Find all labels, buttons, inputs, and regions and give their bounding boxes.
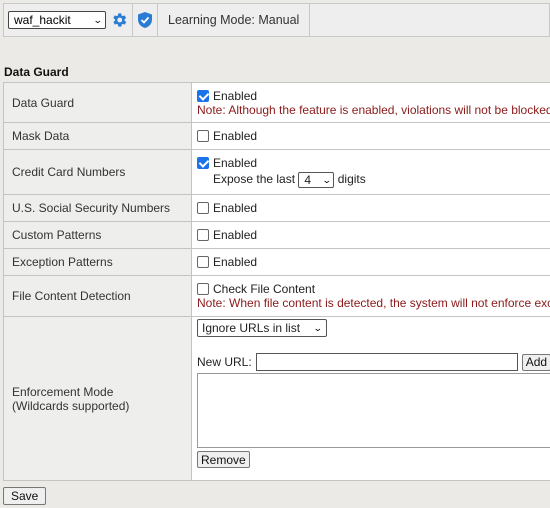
enforcement-sublabel: (Wildcards supported): [12, 398, 130, 413]
row-label: Credit Card Numbers: [3, 149, 192, 195]
row-data-guard: Data Guard Enabled Note: Although the fe…: [3, 82, 550, 123]
ssn-checkbox[interactable]: [197, 202, 209, 214]
row-label: U.S. Social Security Numbers: [3, 194, 192, 222]
row-label: Data Guard: [3, 82, 192, 123]
row-value: Enabled Expose the last 4 ⌄ digits: [191, 149, 550, 195]
url-list-box[interactable]: [197, 373, 550, 448]
shield-icon[interactable]: [137, 11, 153, 29]
file-content-note: Note: When file content is detected, the…: [197, 296, 550, 310]
checkbox-label: Enabled: [213, 129, 258, 143]
row-value: Check File Content Note: When file conte…: [191, 275, 550, 317]
exception-patterns-checkbox[interactable]: [197, 256, 209, 268]
row-value: Enabled Note: Although the feature is en…: [191, 82, 550, 123]
mode-cell: Learning Mode: Manual: [158, 4, 311, 36]
new-url-input[interactable]: [255, 353, 518, 371]
policy-selector-cell: waf_hackit ⌄: [4, 4, 133, 36]
row-label: Mask Data: [3, 122, 192, 150]
expose-digits-select[interactable]: 4 ⌄: [298, 172, 335, 188]
checkbox-label: Enabled: [213, 201, 258, 215]
row-ssn: U.S. Social Security Numbers Enabled: [3, 194, 550, 222]
save-button[interactable]: Save: [3, 487, 47, 505]
policy-select[interactable]: waf_hackit ⌄: [8, 11, 106, 29]
row-value: Enabled: [191, 194, 550, 222]
add-url-button[interactable]: Add: [521, 353, 550, 371]
row-custom-patterns: Custom Patterns Enabled: [3, 221, 550, 249]
checkbox-label: Enabled: [213, 255, 258, 269]
row-file-content: File Content Detection Check File Conten…: [3, 275, 550, 317]
checkbox-label: Enabled: [213, 88, 258, 103]
enforcement-mode-select[interactable]: Ignore URLs in list ⌄: [197, 319, 327, 337]
data-guard-settings-table: Data Guard Enabled Note: Although the fe…: [3, 82, 550, 481]
checkbox-label: Enabled: [213, 228, 258, 242]
learning-mode-text: Learning Mode: Manual: [168, 13, 300, 27]
data-guard-note: Note: Although the feature is enabled, v…: [197, 102, 550, 117]
expose-digits-value: 4: [304, 173, 312, 187]
row-label: Exception Patterns: [3, 248, 192, 276]
file-content-checkbox[interactable]: [197, 283, 209, 295]
row-value: Enabled: [191, 221, 550, 249]
row-value: Enabled: [191, 248, 550, 276]
expose-digits-line: Expose the last 4 ⌄ digits: [197, 172, 550, 188]
chevron-down-icon: ⌄: [321, 174, 332, 185]
expose-suffix: digits: [337, 172, 366, 187]
row-label: Enforcement Mode (Wildcards supported): [3, 316, 192, 481]
row-label: Custom Patterns: [3, 221, 192, 249]
remove-url-button[interactable]: Remove: [197, 451, 250, 468]
credit-card-checkbox[interactable]: [197, 157, 209, 169]
row-enforcement-mode: Enforcement Mode (Wildcards supported) I…: [3, 316, 550, 481]
chevron-down-icon: ⌄: [313, 322, 324, 333]
new-url-row: New URL: Add: [197, 353, 550, 371]
row-label: File Content Detection: [3, 275, 192, 317]
checkbox-label: Check File Content: [213, 282, 316, 296]
row-credit-card: Credit Card Numbers Enabled Expose the l…: [3, 149, 550, 195]
row-value: Enabled: [191, 122, 550, 150]
policy-select-value: waf_hackit: [14, 13, 71, 27]
custom-patterns-checkbox[interactable]: [197, 229, 209, 241]
policy-toolbar: waf_hackit ⌄ Learning Mode: Manual: [3, 3, 550, 37]
new-url-label: New URL:: [197, 355, 252, 369]
checkbox-label: Enabled: [213, 156, 258, 170]
expose-prefix: Expose the last: [213, 172, 296, 187]
row-mask-data: Mask Data Enabled: [3, 122, 550, 150]
enforcement-label: Enforcement Mode: [12, 384, 114, 399]
shield-cell: [133, 4, 158, 36]
mask-data-checkbox[interactable]: [197, 130, 209, 142]
row-exception-patterns: Exception Patterns Enabled: [3, 248, 550, 276]
chevron-down-icon: ⌄: [93, 14, 104, 25]
gear-icon[interactable]: [110, 11, 128, 29]
enforcement-mode-value: Ignore URLs in list: [202, 321, 301, 335]
row-value: Ignore URLs in list ⌄ New URL: Add Remov…: [191, 316, 550, 481]
data-guard-checkbox[interactable]: [197, 89, 209, 102]
section-title: Data Guard: [4, 65, 69, 79]
